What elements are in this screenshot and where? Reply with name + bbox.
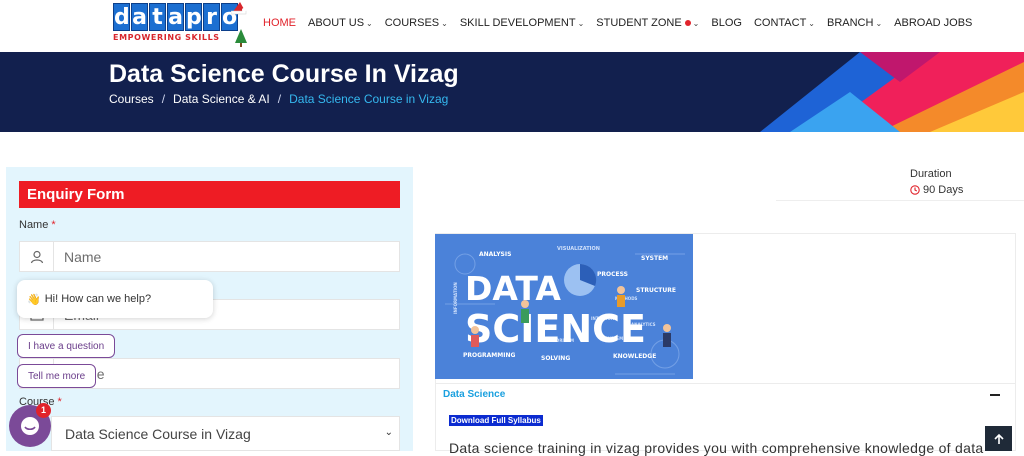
nav-branch[interactable]: BRANCH ⌄ [827,17,882,29]
nav-about-us[interactable]: ABOUT US ⌄ [308,17,373,29]
chevron-down-icon: ⌄ [875,18,883,28]
arrow-up-icon [993,433,1004,444]
image-keyword: PROCESS [597,271,628,278]
course-selected-value: Data Science Course in Vizag [65,425,251,442]
duration-label: Duration [910,168,952,180]
user-icon [20,242,54,271]
datapro-logo[interactable]: datapro EMPOWERING SKILLS [113,2,247,49]
chat-icon [21,417,39,435]
course-description: Data science training in vizag provides … [449,440,984,456]
page-banner: Data Science Course In Vizag Courses / D… [0,52,1024,132]
divider [776,200,1024,201]
breadcrumb: Courses / Data Science & AI / Data Scien… [109,92,448,106]
image-keyword: ANALYSIS [479,251,511,258]
chevron-down-icon: ⌄ [384,427,393,438]
logo-tagline: EMPOWERING SKILLS [113,33,220,42]
collapse-minus-icon[interactable] [990,394,1000,396]
breadcrumb-data-science-ai[interactable]: Data Science & AI [173,92,270,106]
chat-option-tell-more[interactable]: Tell me more [17,364,97,388]
chevron-down-icon: ⌄ [441,18,448,28]
name-field[interactable]: Name [19,241,400,272]
chat-unread-badge: 1 [36,403,51,418]
nav-courses[interactable]: COURSES ⌄ [385,17,448,29]
enquiry-form-heading: Enquiry Form [19,181,400,208]
breadcrumb-separator: / [161,92,166,106]
image-keyword: STRUCTURE [636,287,676,294]
image-keyword: SOLVING [541,355,570,362]
image-heading-line2: SCIENCE [465,307,646,351]
new-dot-icon [684,20,691,26]
image-keyword: VISUALIZATION [557,246,600,252]
nav-contact[interactable]: CONTACT ⌄ [754,17,815,29]
chevron-down-icon: ⌄ [366,18,373,28]
image-keyword: SYSTEM [641,255,668,262]
chevron-down-icon: ⌄ [692,18,700,28]
chat-greeting-bubble[interactable]: 👋 Hi! How can we help? [17,280,213,318]
image-keyword: INFORMATION [453,282,458,314]
breadcrumb-current: Data Science Course in Vizag [289,92,449,106]
wave-icon: 👋 [27,293,41,306]
chevron-down-icon: ⌄ [577,18,585,28]
breadcrumb-courses[interactable]: Courses [109,92,154,106]
image-keyword: KNOWLEDGE [613,353,656,360]
name-placeholder: Name [64,248,102,265]
page-title: Data Science Course In Vizag [109,60,459,88]
santa-hat-icon [231,2,247,15]
breadcrumb-separator: / [277,92,282,106]
christmas-tree-icon [235,29,247,47]
name-label: Name * [19,219,56,231]
nav-skill-development[interactable]: SKILL DEVELOPMENT ⌄ [460,17,584,29]
chat-option-question[interactable]: I have a question [17,334,116,358]
image-keyword: PROGRAMMING [463,352,516,359]
clock-icon [910,185,920,195]
divider [436,383,1016,384]
nav-student-zone[interactable]: STUDENT ZONE ⌄ [596,17,699,29]
chat-greeting-text: Hi! How can we help? [44,293,152,305]
image-heading-line1: DATA [465,269,561,308]
nav-blog[interactable]: BLOG [711,17,742,29]
nav-home[interactable]: HOME [263,17,296,29]
download-syllabus-link[interactable]: Download Full Syllabus [449,415,543,426]
course-select[interactable]: Data Science Course in Vizag ⌄ [51,416,400,451]
chevron-down-icon: ⌄ [808,18,815,28]
nav-abroad-jobs[interactable]: ABROAD JOBS [894,17,972,29]
logo-wordmark: datapro [113,3,238,31]
data-science-image: ANALYSIS VISUALIZATION SYSTEM PROCESS ST… [435,234,693,379]
main-nav: HOME ABOUT US ⌄ COURSES ⌄ SKILL DEVELOPMEN… [263,17,984,29]
site-header: datapro EMPOWERING SKILLS HOME ABOUT US ⌄… [0,0,1024,52]
duration-value: 90 Days [910,184,963,196]
scroll-to-top-button[interactable] [985,426,1012,451]
accordion-title-data-science[interactable]: Data Science [443,389,505,400]
